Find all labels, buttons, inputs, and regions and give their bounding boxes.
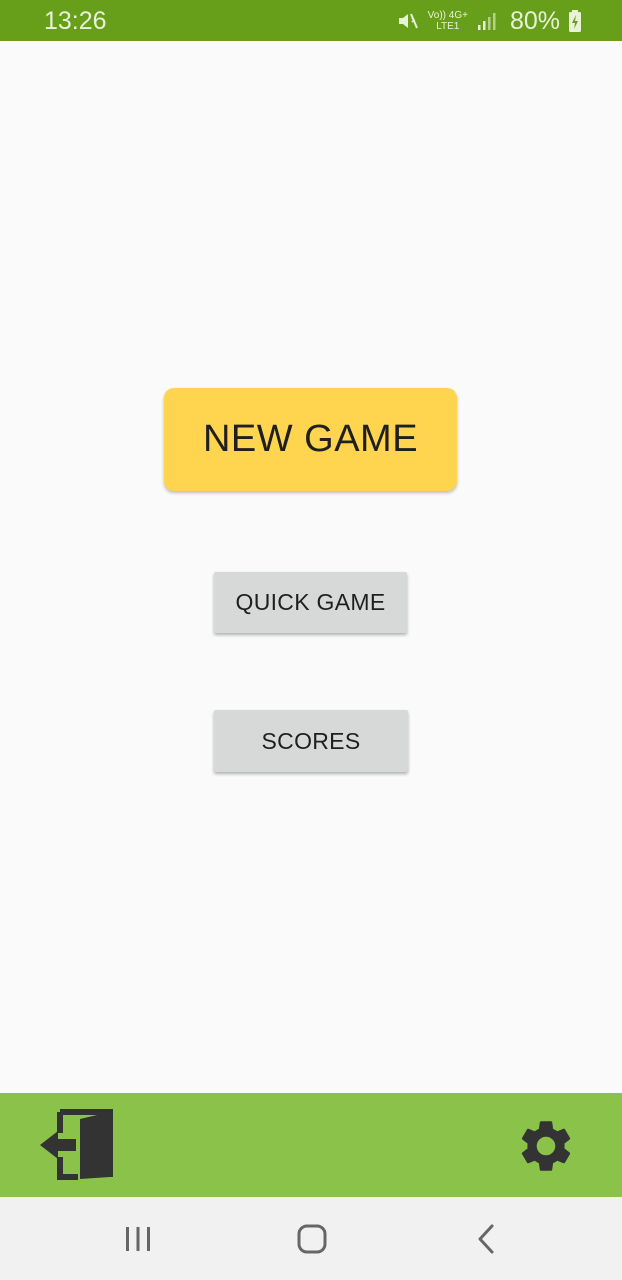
status-bar: 13:26 Vo)) 4G+ LTE1 80% <box>0 0 622 41</box>
screen: 13:26 Vo)) 4G+ LTE1 80% NEW GAME QUICK G… <box>0 0 622 1280</box>
bottom-toolbar <box>0 1093 622 1197</box>
mute-icon <box>398 13 418 28</box>
exit-door-icon <box>40 1109 113 1180</box>
home-button[interactable] <box>292 1219 332 1259</box>
status-time: 13:26 <box>44 7 107 35</box>
battery-charging-icon <box>569 9 581 32</box>
quick-game-button[interactable]: QUICK GAME <box>214 572 407 633</box>
new-game-button[interactable]: NEW GAME <box>164 388 457 491</box>
network-type-icon: Vo)) 4G+ LTE1 <box>428 10 468 32</box>
scores-button[interactable]: SCORES <box>214 710 408 772</box>
battery-percent: 80% <box>509 6 560 35</box>
main-menu: NEW GAME QUICK GAME SCORES <box>0 41 622 1093</box>
system-nav-bar <box>0 1197 622 1280</box>
settings-button[interactable] <box>515 1115 577 1177</box>
back-button[interactable] <box>466 1219 506 1259</box>
signal-icon <box>477 12 496 30</box>
gear-icon <box>521 1121 571 1171</box>
network-top-label: Vo)) 4G+ <box>427 9 468 21</box>
network-bottom-label: LTE1 <box>436 20 460 32</box>
recents-icon <box>126 1227 150 1251</box>
recents-button[interactable] <box>118 1219 158 1259</box>
exit-button[interactable] <box>38 1107 116 1183</box>
home-icon <box>297 1224 327 1254</box>
back-icon <box>478 1224 494 1254</box>
status-icons: Vo)) 4G+ LTE1 80% <box>396 0 582 41</box>
